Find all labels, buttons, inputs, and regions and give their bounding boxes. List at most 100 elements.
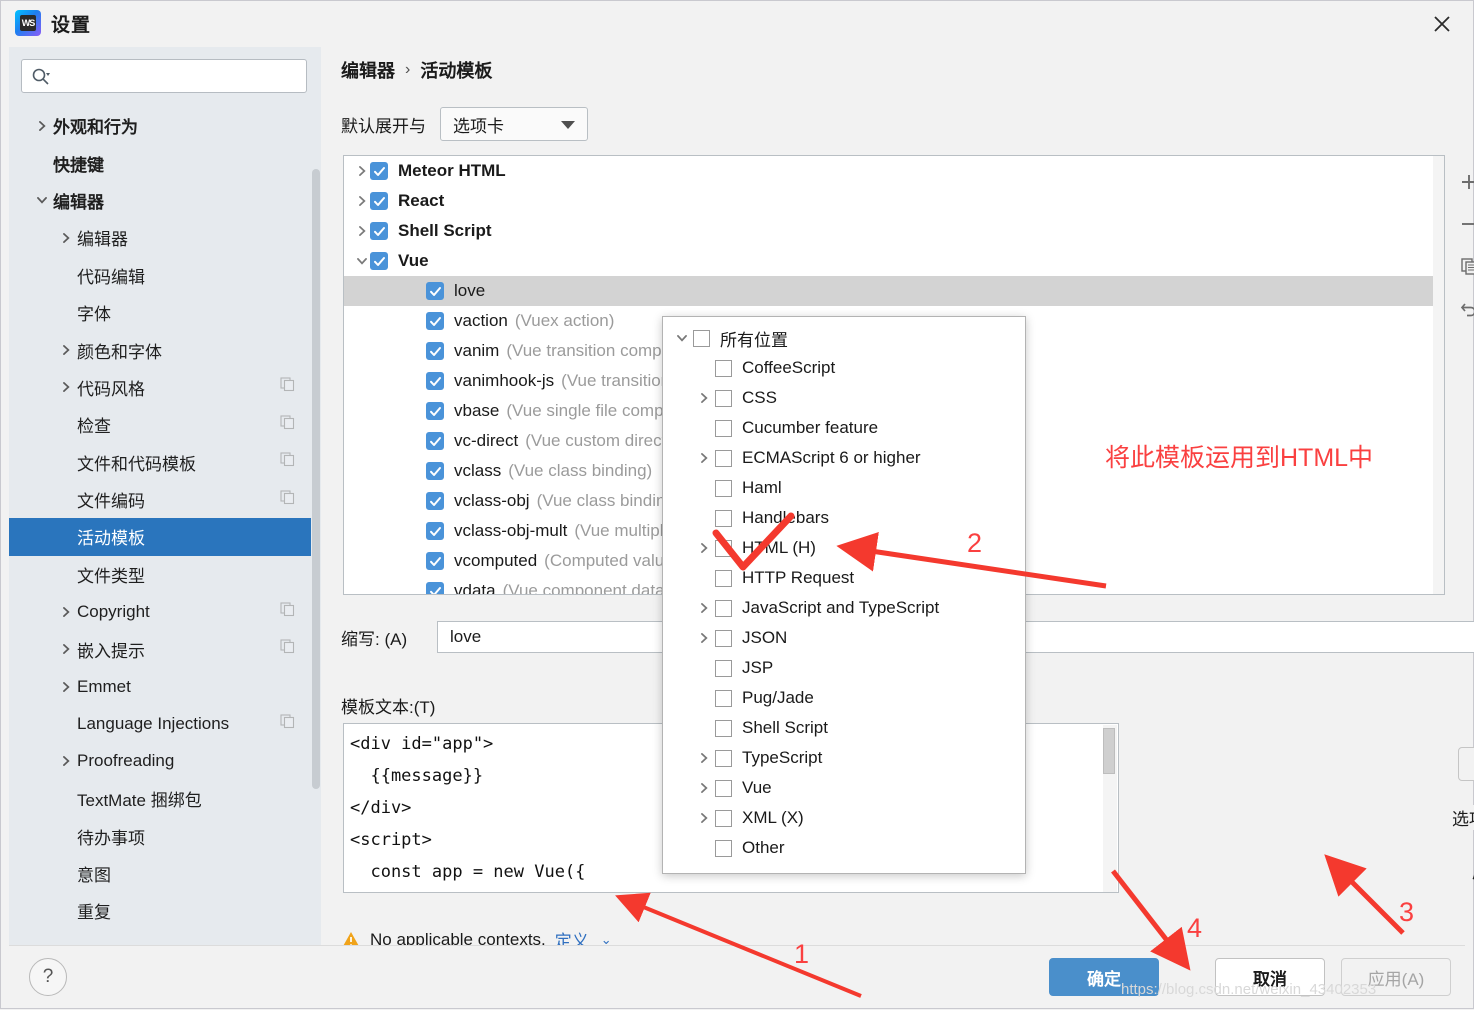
template-checkbox[interactable] xyxy=(370,162,388,180)
sidebar-item-3[interactable]: 编辑器 xyxy=(9,219,321,256)
context-checkbox[interactable] xyxy=(715,629,732,647)
template-checkbox[interactable] xyxy=(426,282,444,300)
chevron-right-icon[interactable] xyxy=(59,343,73,357)
search-input[interactable] xyxy=(21,59,307,93)
template-checkbox[interactable] xyxy=(426,522,444,540)
context-selection-popup[interactable]: 所有位置 CoffeeScript CSS Cucumber feature ECMAS… xyxy=(662,316,1026,874)
context-checkbox[interactable] xyxy=(715,689,732,707)
default-expand-select[interactable]: 选项卡 xyxy=(440,107,588,141)
chevron-right-icon[interactable] xyxy=(59,754,73,768)
template-checkbox[interactable] xyxy=(426,492,444,510)
chevron-right-icon[interactable] xyxy=(59,231,73,245)
remove-template-button[interactable] xyxy=(1452,207,1474,241)
settings-nav-tree[interactable]: 外观和行为 快捷键 编辑器 编辑器 代码编辑 字体 颜色和字体 代码风格 检查 文件和代码模板 文件… xyxy=(9,107,321,937)
context-item[interactable]: XML (X) xyxy=(663,803,1025,833)
sidebar-item-21[interactable]: 重复 xyxy=(9,892,321,929)
context-checkbox[interactable] xyxy=(715,449,732,467)
copy-icon[interactable] xyxy=(280,490,295,510)
context-item[interactable]: Other xyxy=(663,833,1025,863)
sidebar-item-15[interactable]: Emmet xyxy=(9,668,321,705)
sidebar-item-20[interactable]: 意图 xyxy=(9,855,321,892)
chevron-right-icon[interactable] xyxy=(59,680,73,694)
chevron-down-icon[interactable] xyxy=(671,331,693,345)
template-checkbox[interactable] xyxy=(426,462,444,480)
sidebar-item-2[interactable]: 编辑器 xyxy=(9,182,321,219)
context-item[interactable]: JSP xyxy=(663,653,1025,683)
sidebar-scrollbar-thumb[interactable] xyxy=(312,169,320,789)
context-item[interactable]: Pug/Jade xyxy=(663,683,1025,713)
context-item[interactable]: JavaScript and TypeScript xyxy=(663,593,1025,623)
context-item[interactable]: CoffeeScript xyxy=(663,353,1025,383)
sidebar-item-18[interactable]: TextMate 捆绑包 xyxy=(9,780,321,817)
context-checkbox[interactable] xyxy=(715,509,732,527)
context-item[interactable]: JSON xyxy=(663,623,1025,653)
template-checkbox[interactable] xyxy=(426,402,444,420)
apply-button[interactable]: 应用(A) xyxy=(1341,958,1451,996)
reset-template-button[interactable] xyxy=(1452,291,1474,325)
sidebar-item-7[interactable]: 代码风格 xyxy=(9,369,321,406)
sidebar-item-9[interactable]: 文件和代码模板 xyxy=(9,444,321,481)
chevron-right-icon[interactable] xyxy=(59,605,73,619)
copy-icon[interactable] xyxy=(280,452,295,472)
context-checkbox[interactable] xyxy=(715,719,732,737)
chevron-right-icon[interactable] xyxy=(693,811,715,825)
context-checkbox[interactable] xyxy=(715,779,732,797)
sidebar-item-6[interactable]: 颜色和字体 xyxy=(9,331,321,368)
context-checkbox[interactable] xyxy=(715,419,732,437)
context-checkbox[interactable] xyxy=(715,389,732,407)
chevron-right-icon[interactable] xyxy=(59,380,73,394)
ok-button[interactable]: 确定 xyxy=(1049,958,1159,996)
add-template-button[interactable] xyxy=(1452,165,1474,199)
template-checkbox[interactable] xyxy=(426,372,444,390)
context-item[interactable]: Handlebars xyxy=(663,503,1025,533)
chevron-right-icon[interactable] xyxy=(693,451,715,465)
sidebar-item-4[interactable]: 代码编辑 xyxy=(9,257,321,294)
template-row[interactable]: React xyxy=(344,186,1444,216)
sidebar-item-13[interactable]: Copyright xyxy=(9,593,321,630)
template-checkbox[interactable] xyxy=(426,432,444,450)
chevron-right-icon[interactable] xyxy=(693,601,715,615)
chevron-right-icon[interactable] xyxy=(35,119,49,133)
template-checkbox[interactable] xyxy=(370,222,388,240)
context-item[interactable]: Haml xyxy=(663,473,1025,503)
question-mark-icon[interactable]: ? xyxy=(29,958,67,996)
sidebar-scrollbar-track[interactable] xyxy=(311,107,321,937)
sidebar-item-19[interactable]: 待办事项 xyxy=(9,817,321,854)
chevron-right-icon[interactable] xyxy=(354,164,370,178)
edit-variables-button[interactable]: 编辑变量 (E) xyxy=(1458,747,1474,781)
context-item[interactable]: HTML (H) xyxy=(663,533,1025,563)
template-row[interactable]: Shell Script xyxy=(344,216,1444,246)
copy-icon[interactable] xyxy=(280,602,295,622)
sidebar-item-10[interactable]: 文件编码 xyxy=(9,481,321,518)
context-checkbox[interactable] xyxy=(715,839,732,857)
close-icon[interactable] xyxy=(1427,9,1457,39)
chevron-right-icon[interactable] xyxy=(693,751,715,765)
sidebar-item-16[interactable]: Language Injections xyxy=(9,705,321,742)
context-checkbox[interactable] xyxy=(715,809,732,827)
context-item[interactable]: CSS xyxy=(663,383,1025,413)
chevron-right-icon[interactable] xyxy=(354,224,370,238)
chevron-right-icon[interactable] xyxy=(59,642,73,656)
context-checkbox[interactable] xyxy=(715,599,732,617)
context-item[interactable]: 所有位置 xyxy=(663,323,1025,353)
template-row[interactable]: love xyxy=(344,276,1444,306)
context-item[interactable]: ECMAScript 6 or higher xyxy=(663,443,1025,473)
template-text-scrollbar-track[interactable] xyxy=(1103,725,1117,892)
cancel-button[interactable]: 取消 xyxy=(1215,958,1325,996)
template-checkbox[interactable] xyxy=(370,192,388,210)
sidebar-item-14[interactable]: 嵌入提示 xyxy=(9,630,321,667)
context-item[interactable]: Cucumber feature xyxy=(663,413,1025,443)
template-row[interactable]: Meteor HTML xyxy=(344,156,1444,186)
chevron-right-icon[interactable] xyxy=(693,391,715,405)
sidebar-item-1[interactable]: 快捷键 xyxy=(9,144,321,181)
context-item[interactable]: TypeScript xyxy=(663,743,1025,773)
context-checkbox[interactable] xyxy=(715,569,732,587)
sidebar-item-11[interactable]: 活动模板 xyxy=(9,518,321,556)
context-checkbox[interactable] xyxy=(693,329,710,347)
copy-icon[interactable] xyxy=(280,377,295,397)
copy-icon[interactable] xyxy=(280,415,295,435)
context-checkbox[interactable] xyxy=(715,659,732,677)
duplicate-template-button[interactable] xyxy=(1452,249,1474,283)
sidebar-item-8[interactable]: 检查 xyxy=(9,406,321,443)
template-checkbox[interactable] xyxy=(426,552,444,570)
